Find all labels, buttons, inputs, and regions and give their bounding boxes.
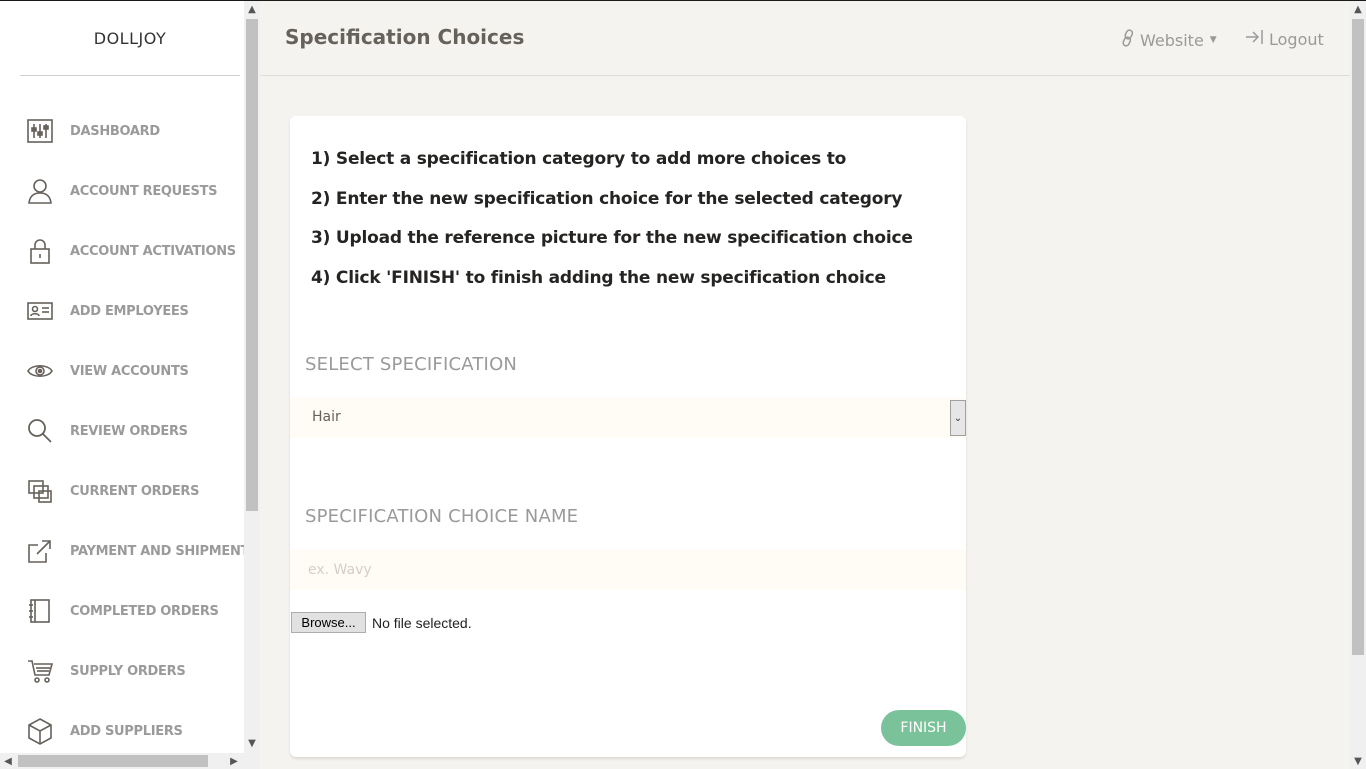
- specification-select[interactable]: Hair ⌄: [290, 398, 966, 438]
- sidebar-hscroll-thumb[interactable]: [18, 755, 208, 767]
- logout-label: Logout: [1269, 29, 1324, 49]
- sidebar-scroll-thumb[interactable]: [246, 19, 258, 511]
- specification-card: 1) Select a specification category to ad…: [290, 116, 966, 757]
- page-vertical-scrollbar[interactable]: ▲ ▼: [1350, 1, 1366, 769]
- instruction-steps: 1) Select a specification category to ad…: [311, 146, 913, 304]
- sidebar-item-supply-orders[interactable]: SUPPLY ORDERS: [0, 641, 244, 701]
- sidebar-item-label: DASHBOARD: [70, 123, 160, 139]
- sidebar-item-label: SUPPLY ORDERS: [70, 663, 186, 679]
- scroll-up-icon[interactable]: ▲: [1350, 1, 1366, 17]
- sidebar-item-label: ACCOUNT ACTIVATIONS: [70, 243, 236, 259]
- scroll-right-icon[interactable]: ▶: [226, 753, 242, 769]
- top-navbar: Specification Choices Website ▼ Logout: [260, 1, 1350, 76]
- logout-icon: [1245, 29, 1269, 49]
- browse-button[interactable]: Browse...: [291, 612, 366, 633]
- sidebar-item-label: PAYMENT AND SHIPMENT: [70, 543, 244, 559]
- website-dropdown[interactable]: Website ▼: [1120, 29, 1217, 51]
- scroll-down-icon[interactable]: ▼: [244, 735, 260, 751]
- instruction-step: 4) Click 'FINISH' to finish adding the n…: [311, 267, 886, 288]
- sidebar-item-account-activations[interactable]: ACCOUNT ACTIVATIONS: [0, 221, 244, 281]
- sidebar-item-label: ADD SUPPLIERS: [70, 723, 183, 739]
- sidebar-item-label: REVIEW ORDERS: [70, 423, 188, 439]
- lock-icon: [26, 237, 54, 265]
- box-icon: [26, 717, 54, 745]
- select-specification-label: SELECT SPECIFICATION: [305, 354, 518, 375]
- sidebar-item-view-accounts[interactable]: VIEW ACCOUNTS: [0, 341, 244, 401]
- search-icon: [26, 417, 54, 445]
- sidebar-item-payment-and-shipment[interactable]: PAYMENT AND SHIPMENT: [0, 521, 244, 581]
- sidebar-item-label: ACCOUNT REQUESTS: [70, 183, 218, 199]
- scroll-down-icon[interactable]: ▼: [1350, 753, 1366, 769]
- specification-choice-name-label: SPECIFICATION CHOICE NAME: [305, 506, 579, 527]
- file-status: No file selected.: [372, 614, 472, 631]
- sidebar-item-add-suppliers[interactable]: ADD SUPPLIERS: [0, 701, 244, 753]
- finish-button[interactable]: FINISH: [881, 710, 966, 746]
- sidebar-item-label: VIEW ACCOUNTS: [70, 363, 189, 379]
- sidebar-content: DOLLJOY DASHBOARD ACCOUNT REQUESTS ACCOU…: [0, 1, 244, 753]
- file-upload: Browse... No file selected.: [291, 612, 472, 633]
- link-icon: [1120, 29, 1140, 51]
- scroll-left-icon[interactable]: ◀: [0, 753, 16, 769]
- sidebar-item-add-employees[interactable]: ADD EMPLOYEES: [0, 281, 244, 341]
- specification-select-value: Hair: [312, 409, 341, 425]
- scroll-up-icon[interactable]: ▲: [244, 1, 260, 17]
- instruction-step: 1) Select a specification category to ad…: [311, 149, 847, 169]
- sidebar-item-dashboard[interactable]: DASHBOARD: [0, 101, 244, 161]
- cart-icon: [26, 657, 54, 685]
- user-icon: [26, 177, 54, 205]
- instruction-step: 2) Enter the new specification choice fo…: [311, 188, 903, 209]
- sidebar-horizontal-scrollbar[interactable]: ◀ ▶: [0, 753, 244, 769]
- id-card-icon: [26, 297, 54, 325]
- page-scroll-thumb[interactable]: [1352, 19, 1364, 655]
- caret-down-icon: ▼: [1209, 35, 1217, 45]
- sidebar-vertical-scrollbar[interactable]: ▲ ▼: [244, 1, 260, 753]
- notebook-icon: [26, 597, 54, 625]
- sidebar-item-label: COMPLETED ORDERS: [70, 603, 219, 619]
- sidebar: DOLLJOY DASHBOARD ACCOUNT REQUESTS ACCOU…: [0, 1, 260, 769]
- sidebar-item-completed-orders[interactable]: COMPLETED ORDERS: [0, 581, 244, 641]
- page-title: Specification Choices: [285, 25, 525, 49]
- instruction-step: 3) Upload the reference picture for the …: [311, 228, 913, 248]
- external-link-icon: [26, 537, 54, 565]
- sidebar-item-current-orders[interactable]: CURRENT ORDERS: [0, 461, 244, 521]
- sidebar-item-label: ADD EMPLOYEES: [70, 303, 189, 319]
- logout-link[interactable]: Logout: [1245, 29, 1324, 49]
- chevron-down-icon[interactable]: ⌄: [950, 400, 966, 436]
- sidebar-item-review-orders[interactable]: REVIEW ORDERS: [0, 401, 244, 461]
- scrollbar-corner: [244, 753, 260, 769]
- specification-choice-name-input[interactable]: [290, 550, 966, 590]
- brand-logo[interactable]: DOLLJOY: [20, 1, 240, 76]
- sidebar-item-account-requests[interactable]: ACCOUNT REQUESTS: [0, 161, 244, 221]
- copy-icon: [26, 477, 54, 505]
- eye-icon: [26, 357, 54, 385]
- dashboard-icon: [26, 117, 54, 145]
- sidebar-nav: DASHBOARD ACCOUNT REQUESTS ACCOUNT ACTIV…: [0, 101, 244, 753]
- sidebar-item-label: CURRENT ORDERS: [70, 483, 200, 499]
- website-label: Website: [1140, 30, 1204, 50]
